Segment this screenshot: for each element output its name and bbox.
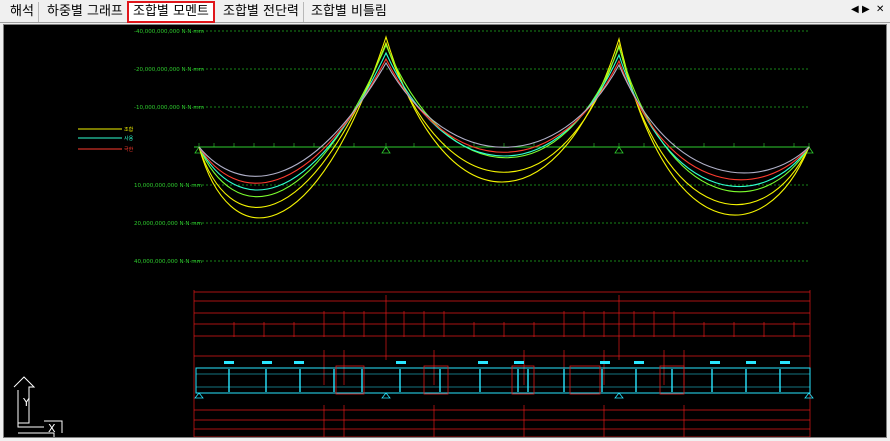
legend-label-ultimate: 극한 (124, 147, 134, 153)
support-icon (614, 146, 624, 154)
tab-next-icon[interactable]: ▶ (862, 4, 870, 15)
axis-label: -20,000,000,000 N·N·mm (134, 67, 204, 73)
girder-elevation (194, 361, 814, 399)
support-icon (381, 392, 391, 399)
envelope-red (198, 57, 810, 184)
axis-label: -40,000,000,000 N·N·mm (134, 29, 204, 35)
gridlines (194, 30, 810, 262)
axis-x-label: X (48, 422, 56, 435)
drawing-canvas[interactable]: -40,000,000,000 N·N·mm -20,000,000,000 N… (3, 24, 887, 438)
tab-combination-torsion[interactable]: 조합별 비틀림 (307, 2, 391, 22)
legend: 조합 사용 극한 (78, 126, 134, 153)
support-icon (804, 392, 814, 399)
tab-combination-moment[interactable]: 조합별 모멘트 (127, 1, 215, 23)
axis-label: 10,000,000,000 N·N·mm (134, 183, 202, 189)
tab-prev-icon[interactable]: ◀ (851, 4, 859, 15)
support-icon (194, 392, 204, 399)
moment-envelopes (198, 35, 810, 219)
tab-combination-shear[interactable]: 조합별 전단력 (219, 2, 304, 22)
axis-label: 20,000,000,000 N·N·mm (134, 221, 202, 227)
tab-bar: 해석 하중별 그래프 조합별 모멘트 조합별 전단력 조합별 비틀림 ◀ ▶ ✕ (0, 0, 890, 23)
envelope-max-yellow (198, 35, 810, 219)
moment-baseline (194, 143, 814, 154)
envelope-yellow-2 (198, 41, 810, 208)
axis-y-label: Y (22, 396, 30, 409)
legend-label-service: 사용 (124, 135, 134, 142)
envelope-gray (198, 61, 810, 177)
tab-analysis[interactable]: 해석 (6, 2, 39, 22)
axis-label: 40,000,000,000 N·N·mm (134, 259, 202, 265)
support-icon (381, 146, 391, 154)
support-icon (614, 392, 624, 399)
moment-diagram: -40,000,000,000 N·N·mm -20,000,000,000 N… (13, 29, 814, 437)
legend-label-combination: 조합 (124, 126, 134, 133)
tab-load-graph[interactable]: 하중별 그래프 (43, 2, 128, 22)
axis-label: -10,000,000,000 N·N·mm (134, 105, 204, 111)
close-icon[interactable]: ✕ (876, 4, 884, 15)
